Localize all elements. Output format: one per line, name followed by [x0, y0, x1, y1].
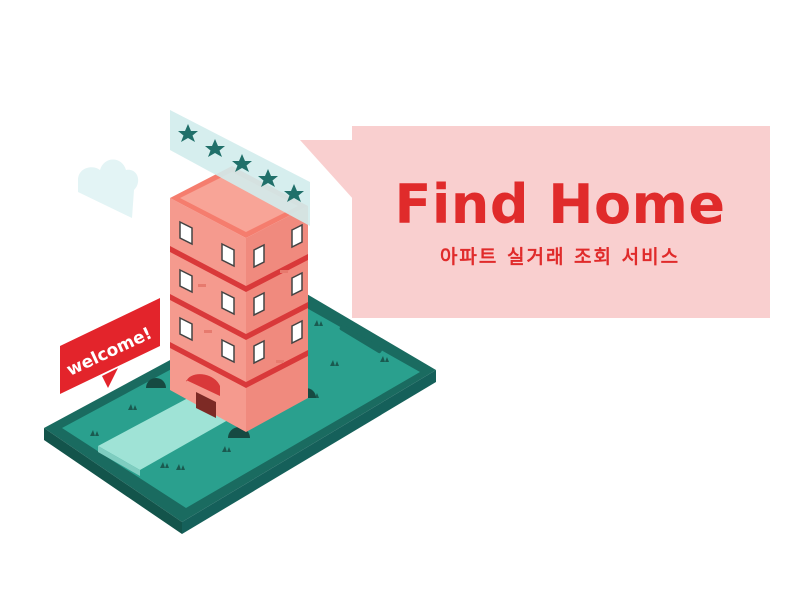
title-card: Find Home 아파트 실거래 조회 서비스: [350, 126, 770, 318]
app-subtitle: 아파트 실거래 조회 서비스: [439, 246, 681, 268]
app-title: Find Home: [394, 173, 726, 236]
cloud-icon: [78, 159, 139, 218]
hero-illustration: welcome! Find Home 아파트 실거래 조회 서비스: [0, 0, 800, 600]
